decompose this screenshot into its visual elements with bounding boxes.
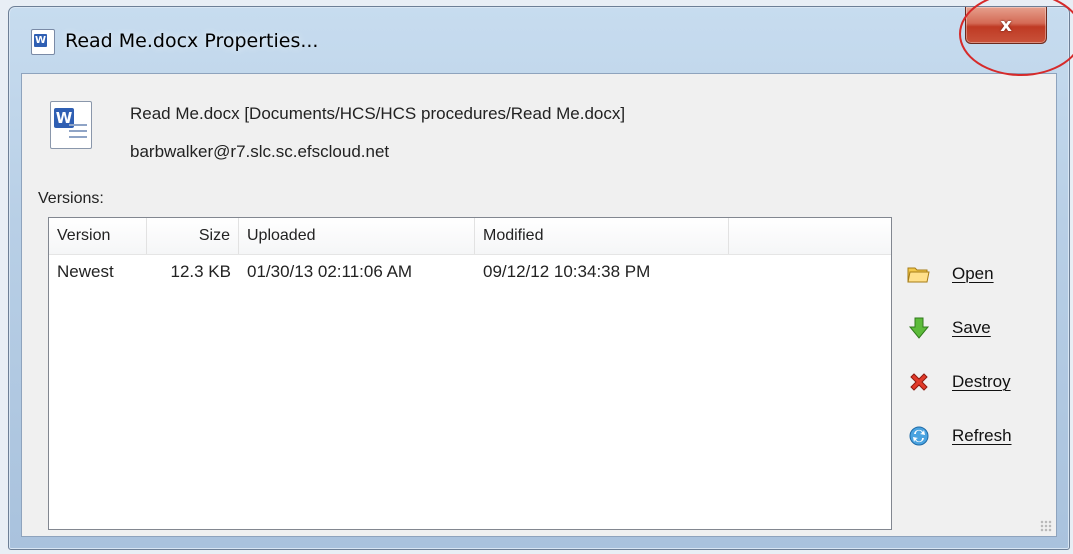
cell-uploaded: 01/30/13 02:11:06 AM: [247, 262, 413, 281]
cell-version: Newest: [57, 262, 114, 281]
green-arrow-icon: [906, 315, 932, 341]
red-x-icon: [906, 369, 932, 395]
save-label: Save: [952, 318, 991, 337]
list-header: Version Size Uploaded Modified: [49, 218, 891, 255]
word-file-icon: W: [50, 101, 92, 149]
close-button[interactable]: x: [965, 7, 1047, 44]
column-header-modified[interactable]: Modified: [475, 218, 729, 254]
title-bar[interactable]: W Read Me.docx Properties... x: [9, 7, 1069, 73]
folder-icon: [906, 261, 932, 287]
cell-size: 12.3 KB: [170, 262, 232, 281]
properties-window: W Read Me.docx Properties... x W Read Me…: [8, 6, 1070, 550]
word-document-icon: W: [31, 29, 55, 55]
cell-modified: 09/12/12 10:34:38 PM: [483, 262, 651, 281]
close-icon: x: [1000, 14, 1012, 36]
refresh-label: Refresh: [952, 426, 1012, 445]
column-header-uploaded[interactable]: Uploaded: [239, 218, 475, 254]
open-button[interactable]: Open: [906, 259, 1056, 289]
column-header-size[interactable]: Size: [147, 218, 239, 254]
destroy-button[interactable]: Destroy: [906, 367, 1056, 397]
account-address: barbwalker@r7.slc.sc.efscloud.net: [130, 142, 390, 161]
column-header-version[interactable]: Version: [49, 218, 147, 254]
open-label: Open: [952, 264, 994, 283]
refresh-button[interactable]: Refresh: [906, 421, 1056, 451]
table-row[interactable]: Newest 12.3 KB 01/30/13 02:11:06 AM 09/1…: [49, 255, 891, 289]
destroy-label: Destroy: [952, 372, 1011, 391]
versions-label: Versions:: [38, 190, 104, 207]
save-button[interactable]: Save: [906, 313, 1056, 343]
resize-grip[interactable]: [1040, 520, 1052, 532]
file-name-path: Read Me.docx [Documents/HCS/HCS procedur…: [130, 104, 626, 123]
window-title: Read Me.docx Properties...: [65, 30, 319, 52]
versions-list[interactable]: Version Size Uploaded Modified Newest 12…: [48, 217, 892, 530]
dialog-body: W Read Me.docx [Documents/HCS/HCS proced…: [21, 73, 1057, 537]
refresh-icon: [906, 423, 932, 449]
